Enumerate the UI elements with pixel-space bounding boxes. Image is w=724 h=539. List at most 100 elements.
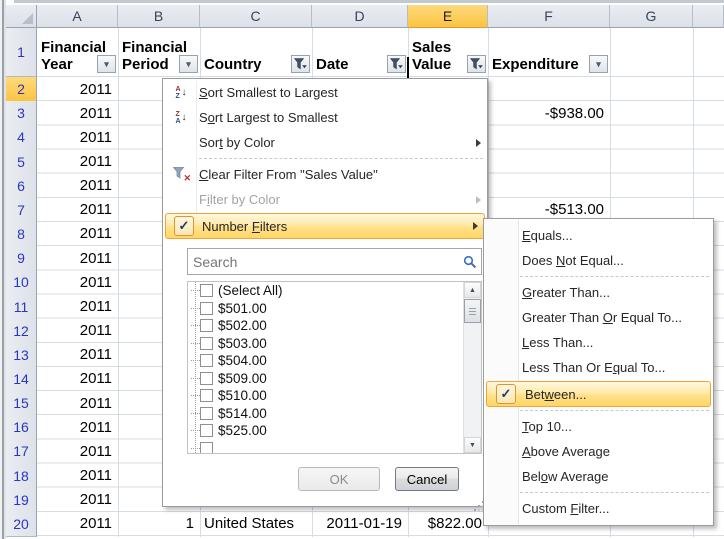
cell-C20[interactable]: United States bbox=[200, 512, 312, 536]
row-number-1[interactable]: 1 bbox=[6, 28, 37, 77]
cell-A3[interactable]: 2011 bbox=[37, 101, 118, 125]
list-item-partial[interactable] bbox=[188, 440, 481, 455]
submenu-item-does-not-equal[interactable]: Does Not Equal... bbox=[484, 248, 713, 273]
cell-A16[interactable]: 2011 bbox=[37, 415, 118, 439]
list-scrollbar[interactable]: ▲ ▼ bbox=[463, 282, 481, 453]
menu-item-sort-by-color[interactable]: Sort by Color bbox=[163, 130, 487, 155]
header-country[interactable]: Country bbox=[200, 28, 312, 77]
row-number-9[interactable]: 9 bbox=[6, 246, 37, 271]
menu-item-sort-largest-to-smallest[interactable]: ZA↓Sort Largest to Smallest bbox=[163, 105, 487, 130]
checkbox-503-00[interactable] bbox=[200, 337, 213, 350]
checkbox-504-00[interactable] bbox=[200, 354, 213, 367]
checkbox-525-00[interactable] bbox=[200, 424, 213, 437]
cell-A15[interactable]: 2011 bbox=[37, 391, 118, 415]
cell-A4[interactable]: 2011 bbox=[37, 125, 118, 149]
row-number-20[interactable]: 20 bbox=[6, 512, 37, 537]
header-expenditure[interactable]: Expenditure▾ bbox=[488, 28, 610, 77]
row-number-16[interactable]: 16 bbox=[6, 415, 37, 440]
cancel-button[interactable]: Cancel bbox=[395, 467, 459, 491]
menu-item-clear-filter-from-sales-value[interactable]: ✕Clear Filter From "Sales Value" bbox=[163, 162, 487, 187]
cell-A19[interactable]: 2011 bbox=[37, 488, 118, 512]
submenu-item-greater-than-or-equal-to[interactable]: Greater Than Or Equal To... bbox=[484, 305, 713, 330]
list-item-510-00[interactable]: $510.00 bbox=[188, 387, 481, 405]
checkbox-502-00[interactable] bbox=[200, 319, 213, 332]
row-number-11[interactable]: 11 bbox=[6, 294, 37, 319]
header-sales-value[interactable]: Sales Value bbox=[408, 28, 488, 77]
cell-A6[interactable]: 2011 bbox=[37, 174, 118, 198]
filter-button-A[interactable]: ▾ bbox=[97, 55, 116, 73]
cell-A8[interactable]: 2011 bbox=[37, 222, 118, 246]
cell-A5[interactable]: 2011 bbox=[37, 149, 118, 173]
filter-button-C[interactable] bbox=[291, 55, 310, 73]
cell-A7[interactable]: 2011 bbox=[37, 198, 118, 222]
submenu-item-equals[interactable]: Equals... bbox=[484, 223, 713, 248]
search-icon[interactable] bbox=[463, 255, 477, 269]
row-number-4[interactable]: 4 bbox=[6, 125, 37, 150]
list-item-525-00[interactable]: $525.00 bbox=[188, 422, 481, 440]
header-financial-year[interactable]: Financial Year▾ bbox=[37, 28, 118, 77]
submenu-item-above-average[interactable]: Above Average bbox=[484, 439, 713, 464]
list-item-501-00[interactable]: $501.00 bbox=[188, 300, 481, 318]
checkbox-partial[interactable] bbox=[200, 442, 213, 454]
cell-A11[interactable]: 2011 bbox=[37, 294, 118, 318]
row-number-19[interactable]: 19 bbox=[6, 488, 37, 513]
header-date[interactable]: Date bbox=[312, 28, 408, 77]
row-number-12[interactable]: 12 bbox=[6, 319, 37, 344]
row-number-3[interactable]: 3 bbox=[6, 101, 37, 126]
cell-E20[interactable]: $822.00 bbox=[408, 512, 488, 536]
cell-A2[interactable]: 2011 bbox=[37, 77, 118, 101]
cell-A14[interactable]: 2011 bbox=[37, 367, 118, 391]
column-letter-D[interactable]: D bbox=[312, 5, 408, 28]
cell-A10[interactable]: 2011 bbox=[37, 270, 118, 294]
cell-F3[interactable]: -$938.00 bbox=[488, 101, 610, 125]
menu-item-number-filters[interactable]: ✓Number Filters bbox=[165, 213, 485, 239]
row-number-10[interactable]: 10 bbox=[6, 270, 37, 295]
column-letter-A[interactable]: A bbox=[37, 5, 118, 28]
column-letter-B[interactable]: B bbox=[118, 5, 200, 28]
row-number-6[interactable]: 6 bbox=[6, 174, 37, 199]
row-number-15[interactable]: 15 bbox=[6, 391, 37, 416]
submenu-item-custom-filter[interactable]: Custom Filter... bbox=[484, 496, 713, 521]
submenu-item-below-average[interactable]: Below Average bbox=[484, 464, 713, 489]
scrollbar-thumb[interactable] bbox=[464, 299, 481, 323]
filter-button-E[interactable] bbox=[467, 55, 486, 73]
list-item-509-00[interactable]: $509.00 bbox=[188, 370, 481, 388]
submenu-item-top-10[interactable]: Top 10... bbox=[484, 414, 713, 439]
submenu-item-less-than[interactable]: Less Than... bbox=[484, 330, 713, 355]
checkbox-514-00[interactable] bbox=[200, 407, 213, 420]
row-number-18[interactable]: 18 bbox=[6, 464, 37, 489]
row-number-13[interactable]: 13 bbox=[6, 343, 37, 368]
column-letter-partial[interactable] bbox=[693, 5, 724, 28]
row-number-5[interactable]: 5 bbox=[6, 149, 37, 174]
row-number-2[interactable]: 2 bbox=[6, 77, 37, 102]
cell-B20[interactable]: 1 bbox=[118, 512, 200, 536]
column-letter-C[interactable]: C bbox=[200, 5, 312, 28]
menu-item-filter-by-color[interactable]: Filter by Color bbox=[163, 187, 487, 212]
select-all-corner[interactable] bbox=[6, 5, 37, 28]
submenu-item-less-than-or-equal-to[interactable]: Less Than Or Equal To... bbox=[484, 355, 713, 380]
column-letter-G[interactable]: G bbox=[610, 5, 693, 28]
cell-A9[interactable]: 2011 bbox=[37, 246, 118, 270]
menu-item-sort-smallest-to-largest[interactable]: AZ↓Sort Smallest to Largest bbox=[163, 80, 487, 105]
cell-D20[interactable]: 2011-01-19 bbox=[312, 512, 408, 536]
checkbox-501-00[interactable] bbox=[200, 302, 213, 315]
cell-A20[interactable]: 2011 bbox=[37, 512, 118, 536]
list-item-504-00[interactable]: $504.00 bbox=[188, 352, 481, 370]
header-financial-period[interactable]: Financial Period▾ bbox=[118, 28, 200, 77]
filter-button-F[interactable]: ▾ bbox=[589, 55, 608, 73]
cell-A17[interactable]: 2011 bbox=[37, 439, 118, 463]
checkbox-509-00[interactable] bbox=[200, 372, 213, 385]
list-item-502-00[interactable]: $502.00 bbox=[188, 317, 481, 335]
search-input[interactable] bbox=[188, 249, 481, 274]
submenu-item-between[interactable]: ✓Between... bbox=[486, 381, 711, 407]
column-letter-F[interactable]: F bbox=[488, 5, 610, 28]
checkbox-510-00[interactable] bbox=[200, 389, 213, 402]
list-item-514-00[interactable]: $514.00 bbox=[188, 405, 481, 423]
filter-button-D[interactable] bbox=[387, 55, 406, 73]
row-number-8[interactable]: 8 bbox=[6, 222, 37, 247]
row-number-17[interactable]: 17 bbox=[6, 439, 37, 464]
scroll-down-icon[interactable]: ▼ bbox=[464, 437, 481, 453]
scroll-up-icon[interactable]: ▲ bbox=[464, 282, 481, 298]
cell-A12[interactable]: 2011 bbox=[37, 319, 118, 343]
cell-A13[interactable]: 2011 bbox=[37, 343, 118, 367]
